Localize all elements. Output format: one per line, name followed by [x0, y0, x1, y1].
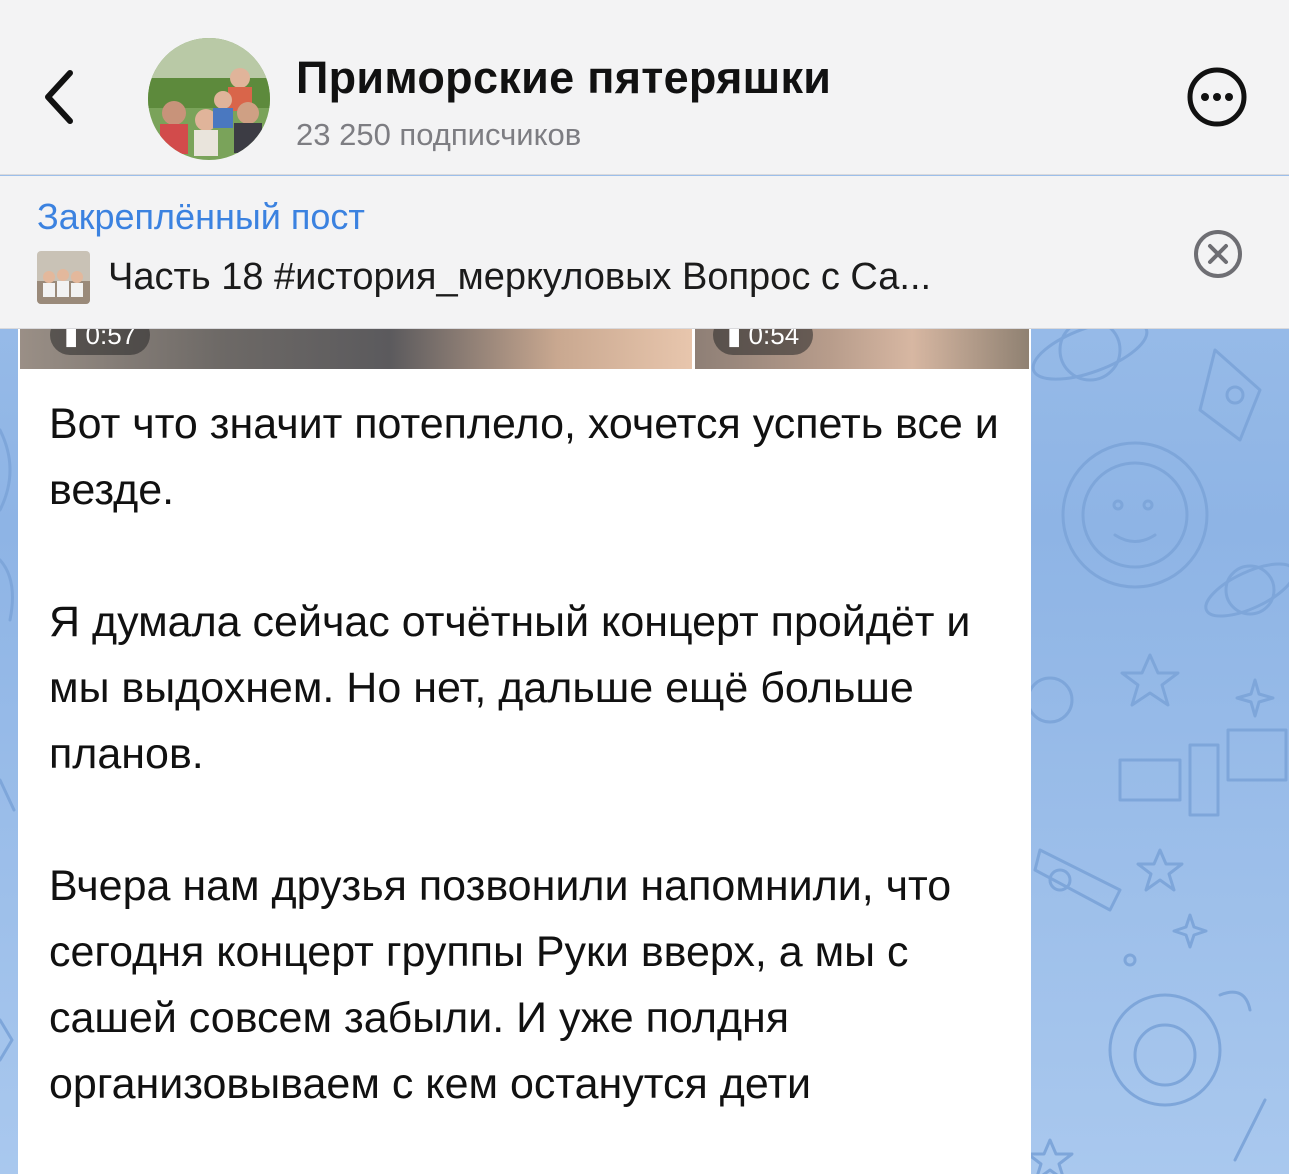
pinned-post-thumbnail [37, 251, 90, 304]
close-circle-icon [1194, 230, 1242, 278]
ellipsis-circle-icon [1187, 67, 1247, 127]
video-duration-badge: ▮ 0:54 [713, 329, 814, 355]
pinned-post-bar[interactable]: Закреплённый пост Часть 18 #история_мерк… [0, 176, 1289, 329]
channel-avatar[interactable] [148, 38, 270, 160]
message-text: Вот что значит потеплело, хочется успеть… [49, 391, 1009, 1117]
unpin-button[interactable] [1190, 226, 1246, 282]
more-options-button[interactable] [1186, 66, 1248, 128]
chevron-left-icon [45, 70, 73, 124]
video-duration-badge: ▮ 0:57 [50, 329, 151, 355]
subscriber-count: 23 250 подписчиков [296, 117, 582, 152]
video-camera-icon: ▮ [64, 329, 79, 350]
channel-title[interactable]: Приморские пятеряшки [296, 52, 831, 104]
message-paragraph: Вчера нам друзья позвонили напомнили, чт… [49, 862, 952, 1108]
message-bubble[interactable]: ▮ 0:57 ▮ 0:54 Вот что значит потеплело, … [18, 329, 1031, 1174]
media-album: ▮ 0:57 ▮ 0:54 [18, 329, 1031, 369]
channel-header: Приморские пятеряшки 23 250 подписчиков [0, 0, 1289, 175]
back-button[interactable] [30, 62, 90, 132]
message-paragraph: Вот что значит потеплело, хочется успеть… [49, 400, 999, 514]
avatar-photo [148, 38, 270, 160]
message-paragraph: Я думала сейчас отчётный концерт пройдёт… [49, 598, 971, 778]
video-camera-icon: ▮ [727, 329, 742, 350]
video-thumbnail[interactable]: ▮ 0:57 [20, 329, 692, 369]
pinned-post-preview: Часть 18 #история_меркуловых Вопрос с Са… [108, 256, 932, 298]
pinned-thumbnail-image [37, 251, 90, 304]
video-thumbnail[interactable]: ▮ 0:54 [695, 329, 1029, 369]
pinned-post-label: Закреплённый пост [37, 196, 365, 237]
